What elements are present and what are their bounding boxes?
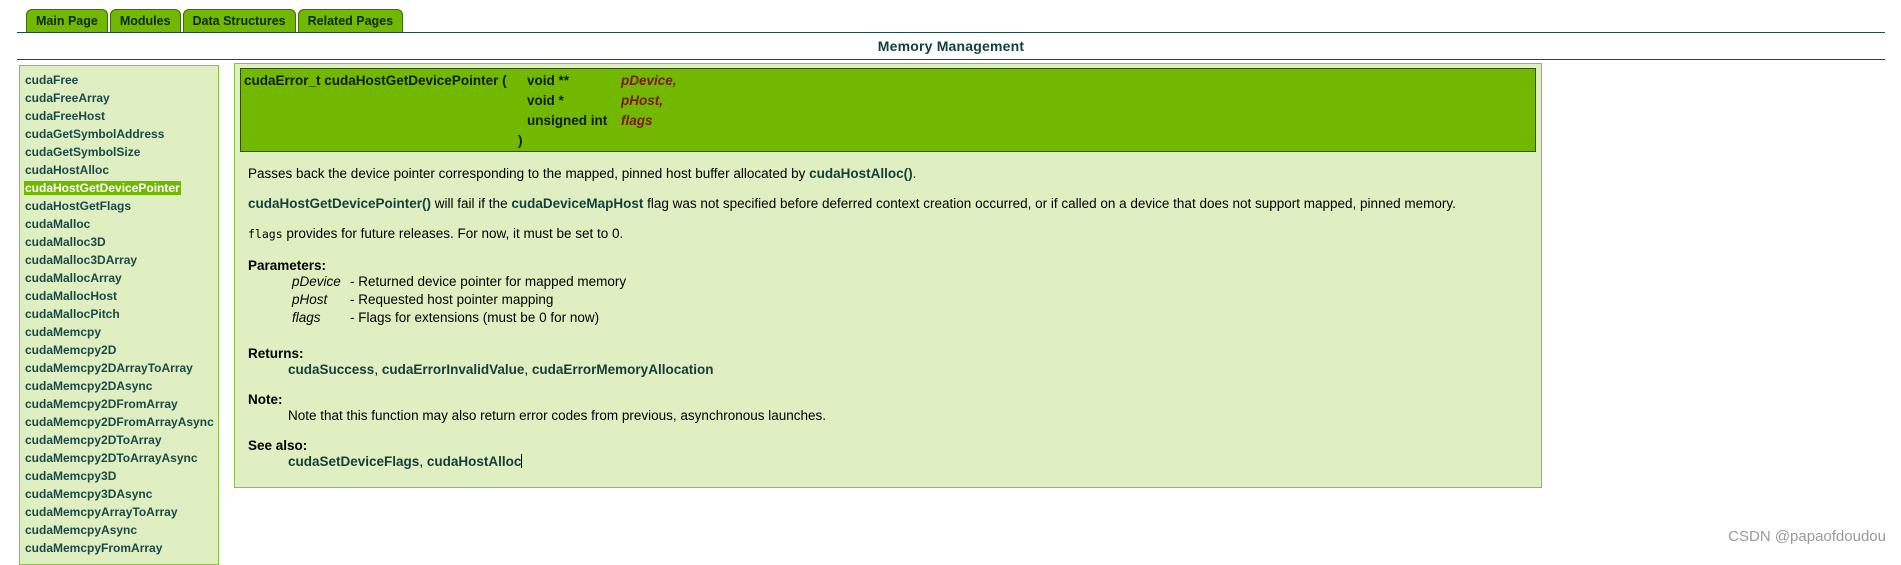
sidebar-item-label: cudaMemcpy3D bbox=[25, 469, 117, 483]
sidebar-item-label: cudaMemcpy2DArrayToArray bbox=[25, 361, 193, 375]
sidebar-item-cudamemcpy2dfromarray[interactable]: cudaMemcpy2DFromArray bbox=[24, 395, 218, 413]
sidebar-item-label: cudaMallocHost bbox=[25, 289, 118, 303]
link-cudaerrorinvalidvalue[interactable]: cudaErrorInvalidValue bbox=[382, 362, 525, 377]
returns-list: cudaSuccess, cudaErrorInvalidValue, cuda… bbox=[288, 362, 714, 377]
sidebar-item-cudamalloc[interactable]: cudaMalloc bbox=[24, 215, 218, 233]
param-row-flags: flags - Flags for extensions (must be 0 f… bbox=[292, 310, 600, 325]
param-name-pdevice: pDevice, bbox=[621, 73, 677, 88]
sidebar-item-cudamemcpy2dfromarrayasync[interactable]: cudaMemcpy2DFromArrayAsync bbox=[24, 413, 218, 431]
sidebar-item-label: cudaFreeArray bbox=[25, 91, 110, 105]
param-name-phost: pHost, bbox=[621, 93, 663, 108]
sidebar-item-label: cudaMemcpyFromArray bbox=[25, 541, 163, 555]
tab-divider bbox=[17, 32, 1885, 33]
sidebar-item-label: cudaMemcpy3DAsync bbox=[25, 487, 153, 501]
text-cursor bbox=[521, 454, 523, 468]
link-cudasetdeviceflags[interactable]: cudaSetDeviceFlags bbox=[288, 454, 419, 469]
title-divider bbox=[17, 59, 1885, 60]
note-text: Note that this function may also return … bbox=[288, 408, 827, 423]
link-cudasuccess[interactable]: cudaSuccess bbox=[288, 362, 374, 377]
description-paragraph: Passes back the device pointer correspon… bbox=[248, 166, 917, 181]
sidebar-item-label: cudaMemcpy2DToArray bbox=[25, 433, 162, 447]
sidebar-item-label: cudaMemcpy2DAsync bbox=[25, 379, 153, 393]
sidebar-item-cudamemcpy3d[interactable]: cudaMemcpy3D bbox=[24, 467, 218, 485]
sidebar-item-cudamalloc3d[interactable]: cudaMalloc3D bbox=[24, 233, 218, 251]
link-cudahostgetdevicepointer[interactable]: cudaHostGetDevicePointer() bbox=[248, 196, 431, 211]
sidebar-item-label: cudaMemcpy2D bbox=[25, 343, 117, 357]
sidebar-item-cudafreehost[interactable]: cudaFreeHost bbox=[24, 107, 218, 125]
returns-heading: Returns: bbox=[248, 346, 304, 361]
tab-related-pages[interactable]: Related Pages bbox=[297, 9, 404, 33]
sidebar-item-label: cudaMalloc3D bbox=[25, 235, 106, 249]
sidebar-item-cudahostalloc[interactable]: cudaHostAlloc bbox=[24, 161, 218, 179]
page-title: Memory Management bbox=[877, 38, 1025, 54]
tab-modules[interactable]: Modules bbox=[109, 9, 181, 33]
sidebar-item-cudafreearray[interactable]: cudaFreeArray bbox=[24, 89, 218, 107]
failure-paragraph: cudaHostGetDevicePointer() will fail if … bbox=[248, 196, 1456, 211]
sidebar-item-label: cudaMemcpy2DToArrayAsync bbox=[25, 451, 198, 465]
watermark: CSDN @papaofdoudou bbox=[1728, 528, 1886, 545]
link-cudahostalloc[interactable]: cudaHostAlloc() bbox=[809, 166, 913, 181]
sidebar-item-label: cudaMemcpyArrayToArray bbox=[25, 505, 178, 519]
sidebar-item-cudagetsymbolsize[interactable]: cudaGetSymbolSize bbox=[24, 143, 218, 161]
sidebar-item-label: cudaHostAlloc bbox=[25, 163, 110, 177]
sidebar-item-cudamallochost[interactable]: cudaMallocHost bbox=[24, 287, 218, 305]
param-type-pdevice: void ** bbox=[527, 73, 570, 88]
sidebar-item-cudamalloc3darray[interactable]: cudaMalloc3DArray bbox=[24, 251, 218, 269]
sidebar: cudaFree cudaFreeArray cudaFreeHost cudaGet… bbox=[19, 65, 219, 565]
sidebar-item-cudamemcpyfromarray[interactable]: cudaMemcpyFromArray bbox=[24, 539, 218, 557]
sidebar-item-cudamallocpitch[interactable]: cudaMallocPitch bbox=[24, 305, 218, 323]
param-type-phost: void * bbox=[527, 93, 564, 108]
sidebar-item-cudamemcpy2darraytoarray[interactable]: cudaMemcpy2DArrayToArray bbox=[24, 359, 218, 377]
sidebar-item-label: cudaMemcpyAsync bbox=[25, 523, 138, 537]
sidebar-item-cudamemcpy[interactable]: cudaMemcpy bbox=[24, 323, 218, 341]
sidebar-item-cudamemcpy2dtoarray[interactable]: cudaMemcpy2DToArray bbox=[24, 431, 218, 449]
sidebar-item-label: cudaGetSymbolAddress bbox=[25, 127, 165, 141]
param-row-phost: pHost - Requested host pointer mapping bbox=[292, 292, 554, 307]
function-doc-panel: cudaError_t cudaHostGetDevicePointer ( v… bbox=[234, 63, 1542, 488]
param-row-pdevice: pDevice - Returned device pointer for map… bbox=[292, 274, 627, 289]
seealso-list: cudaSetDeviceFlags, cudaHostAlloc bbox=[288, 454, 523, 469]
prototype-close-paren: ) bbox=[518, 133, 523, 148]
sidebar-item-cudamemcpy2d[interactable]: cudaMemcpy2D bbox=[24, 341, 218, 359]
sidebar-item-label: cudaMalloc bbox=[25, 217, 91, 231]
tab-main-page[interactable]: Main Page bbox=[26, 9, 108, 33]
link-cudadevicemaphost[interactable]: cudaDeviceMapHost bbox=[511, 196, 643, 211]
function-prototype: cudaError_t cudaHostGetDevicePointer ( v… bbox=[240, 68, 1536, 152]
flags-code: flags bbox=[248, 227, 283, 241]
tab-data-structures[interactable]: Data Structures bbox=[182, 9, 296, 33]
sidebar-item-label: cudaMemcpy2DFromArrayAsync bbox=[25, 415, 214, 429]
sidebar-item-label: cudaFreeHost bbox=[25, 109, 106, 123]
sidebar-item-cudahostgetdevicepointer[interactable]: cudaHostGetDevicePointer bbox=[24, 179, 218, 197]
sidebar-item-cudahostgetflags[interactable]: cudaHostGetFlags bbox=[24, 197, 218, 215]
sidebar-item-cudamallocarray[interactable]: cudaMallocArray bbox=[24, 269, 218, 287]
sidebar-item-label: cudaMalloc3DArray bbox=[25, 253, 138, 267]
sidebar-item-label: cudaFree bbox=[25, 73, 79, 87]
sidebar-item-cudamemcpyasync[interactable]: cudaMemcpyAsync bbox=[24, 521, 218, 539]
flags-paragraph: flags provides for future releases. For … bbox=[248, 226, 624, 241]
link-cudahostalloc-seealso[interactable]: cudaHostAlloc bbox=[427, 454, 522, 469]
sidebar-item-label: cudaMallocPitch bbox=[25, 307, 120, 321]
link-cudaerrormemoryallocation[interactable]: cudaErrorMemoryAllocation bbox=[532, 362, 714, 377]
sidebar-item-cudamemcpy3dasync[interactable]: cudaMemcpy3DAsync bbox=[24, 485, 218, 503]
sidebar-item-label: cudaMallocArray bbox=[25, 271, 122, 285]
note-heading: Note: bbox=[248, 392, 283, 407]
param-name-flags: flags bbox=[621, 113, 653, 128]
param-type-flags: unsigned int bbox=[527, 113, 608, 128]
prototype-signature: cudaError_t cudaHostGetDevicePointer ( bbox=[244, 73, 507, 88]
nav-tabs: Main Page Modules Data Structures Relate… bbox=[26, 9, 404, 33]
sidebar-list: cudaFree cudaFreeArray cudaFreeHost cudaGet… bbox=[20, 66, 218, 557]
sidebar-item-cudafree[interactable]: cudaFree bbox=[24, 71, 218, 89]
sidebar-item-label: cudaMemcpy bbox=[25, 325, 102, 339]
sidebar-item-label: cudaHostGetDevicePointer bbox=[24, 181, 181, 195]
sidebar-item-label: cudaGetSymbolSize bbox=[25, 145, 141, 159]
sidebar-item-label: cudaHostGetFlags bbox=[25, 199, 132, 213]
seealso-heading: See also: bbox=[248, 438, 308, 453]
sidebar-item-cudamemcpy2dtoarrayasync[interactable]: cudaMemcpy2DToArrayAsync bbox=[24, 449, 218, 467]
sidebar-item-cudagetsymboladdress[interactable]: cudaGetSymbolAddress bbox=[24, 125, 218, 143]
sidebar-item-label: cudaMemcpy2DFromArray bbox=[25, 397, 178, 411]
sidebar-item-cudamemcpyarraytoarray[interactable]: cudaMemcpyArrayToArray bbox=[24, 503, 218, 521]
parameters-heading: Parameters: bbox=[248, 258, 327, 273]
sidebar-item-cudamemcpy2dasync[interactable]: cudaMemcpy2DAsync bbox=[24, 377, 218, 395]
